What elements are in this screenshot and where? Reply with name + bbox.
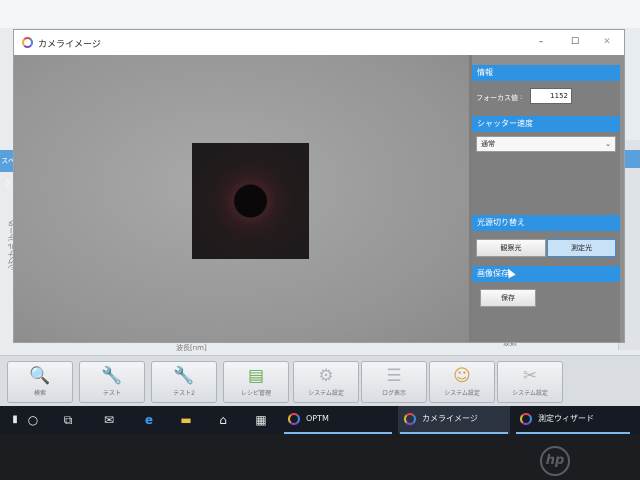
toolbar-tools-button[interactable]: ✂ システム設定 [497, 361, 563, 403]
shutter-speed-value: 通常 [481, 140, 495, 148]
info-header: 情報 [472, 65, 620, 81]
calculator-icon[interactable]: ▦ [252, 411, 270, 429]
task-view-icon[interactable]: ⧉ [59, 411, 77, 429]
window-title: カメライメージ [38, 40, 101, 50]
toolbar-test2-button[interactable]: 🔧 テスト2 [151, 361, 217, 403]
focus-colon: : [520, 93, 523, 101]
taskbar-app-label: カメライメージ [422, 414, 478, 423]
camera-side-panel: 情報 フォーカス値 : 1152 シャッター速度 通常 ⌄ 光源切り替え 観察光… [472, 65, 620, 342]
app-ring-icon [22, 37, 33, 48]
test-icon: 🔧 [173, 366, 195, 386]
taskbar-app-label: OPTM [306, 414, 329, 423]
taskbar-app-label: 測定ウィザード [538, 414, 594, 423]
mail-icon[interactable]: ✉ [100, 411, 118, 429]
observation-light-button[interactable]: 観察光 [476, 239, 546, 257]
books-icon: ▤ [247, 366, 265, 386]
toolbar-search-button[interactable]: 🔍 検索 [7, 361, 73, 403]
window-titlebar[interactable]: カメライメージ – ☐ ✕ [14, 30, 624, 55]
close-button[interactable]: ✕ [594, 34, 620, 50]
toolbar-settings-button[interactable]: ⚙ システム設定 [293, 361, 359, 403]
toolbar-label: 検索 [33, 390, 46, 397]
hp-logo: hp [540, 446, 570, 476]
log-icon: ☰ [386, 366, 402, 386]
background-top-strip [0, 0, 640, 28]
camera-viewport[interactable] [14, 55, 472, 342]
toolbar-log-button[interactable]: ☰ ログ表示 [361, 361, 427, 403]
camera-image-window: カメライメージ – ☐ ✕ 情報 フォーカス値 : 1152 シャッター速度 通… [14, 30, 624, 342]
optm-ring-icon [288, 413, 300, 425]
toolbar-user-settings-button[interactable]: ☺ システム設定 [429, 361, 495, 403]
test-icon: 🔧 [101, 366, 123, 386]
gear-icon: ⚙ [318, 366, 334, 386]
toolbar-label: レシピ管理 [240, 390, 271, 397]
image-save-header: 画像保存 [472, 266, 620, 282]
cortana-icon[interactable]: ○ [24, 411, 42, 429]
optm-ring-icon [404, 413, 416, 425]
measurement-light-button[interactable]: 測定光 [547, 239, 616, 257]
toolbar-test-button[interactable]: 🔧 テスト [79, 361, 145, 403]
toolbar-label: システム設定 [512, 390, 548, 397]
optm-ring-icon [520, 413, 532, 425]
toolbar-label: ログ表示 [381, 390, 406, 397]
maximize-button[interactable]: ☐ [562, 34, 588, 50]
start-icon[interactable]: ▮ [6, 411, 24, 429]
taskbar-app-measurement-wizard[interactable]: 測定ウィザード [514, 406, 632, 434]
chevron-down-icon: ⌄ [605, 140, 611, 148]
focus-value-field: 1152 [530, 88, 572, 104]
toolbar-label: テスト2 [173, 390, 195, 397]
taskbar-app-camera-image[interactable]: カメライメージ [398, 406, 510, 434]
light-source-header: 光源切り替え [472, 215, 620, 231]
tools-icon: ✂ [522, 366, 538, 386]
toolbar-recipe-button[interactable]: ▤ レシピ管理 [223, 361, 289, 403]
camera-image [192, 143, 309, 259]
focus-value-label: フォーカス値 [476, 94, 518, 102]
shutter-speed-header: シャッター速度 [472, 116, 620, 132]
main-toolbar: 🔍 検索 🔧 テスト 🔧 テスト2 ▤ レシピ管理 ⚙ システム設定 ☰ ログ表… [0, 355, 640, 408]
minimize-button[interactable]: – [528, 34, 554, 50]
store-icon[interactable]: ⌂ [214, 411, 232, 429]
taskbar-app-optm[interactable]: OPTM [282, 406, 394, 434]
toolbar-label: システム設定 [444, 390, 480, 397]
toolbar-label: テスト [102, 390, 121, 397]
edge-browser-icon[interactable]: e [140, 411, 158, 429]
taskbar: ▮ ○ ⧉ ✉ e ▬ ⌂ ▦ OPTM カメライメージ 測定ウィザード [0, 406, 640, 434]
search-icon: 🔍 [29, 366, 51, 386]
user-icon: ☺ [453, 366, 471, 386]
file-explorer-icon[interactable]: ▬ [177, 411, 195, 429]
toolbar-label: システム設定 [308, 390, 344, 397]
wavelength-axis-label: 波長[nm] [176, 344, 207, 352]
save-button[interactable]: 保存 [480, 289, 536, 307]
shutter-speed-select[interactable]: 通常 ⌄ [476, 136, 616, 152]
